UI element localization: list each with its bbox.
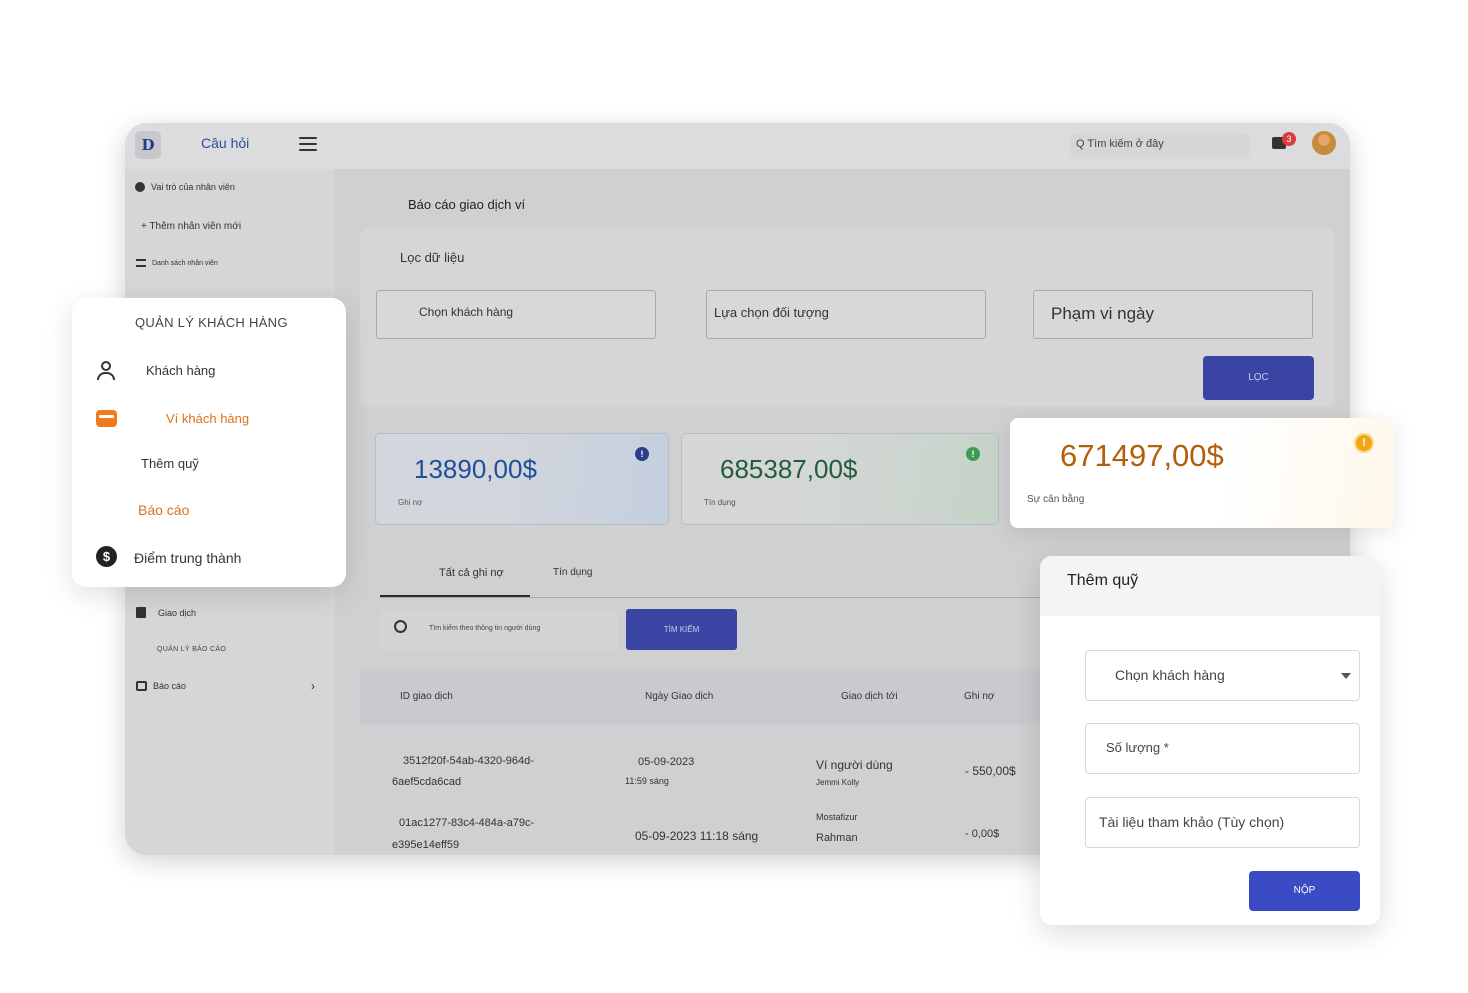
column-header-date: Ngày Giao dịch (645, 691, 714, 702)
column-header-to: Giao dịch tới (841, 691, 898, 702)
list-icon (136, 259, 146, 267)
info-icon[interactable]: ! (966, 447, 980, 461)
transaction-id: e395e14eff59 (392, 839, 460, 851)
quantity-field[interactable]: Số lượng * (1085, 723, 1360, 774)
credit-stat-card: 685387,00$ Tín dụng ! (681, 433, 999, 525)
modal-header: Thêm quỹ (1040, 556, 1380, 616)
calendar-icon (136, 681, 147, 691)
menu-item-reports[interactable]: Báo cáo (138, 502, 189, 518)
menu-item-loyalty-points[interactable]: Điểm trung thành (134, 550, 241, 566)
filter-button[interactable]: LỌC (1203, 356, 1314, 400)
notification-badge: 3 (1282, 132, 1296, 146)
sidebar-item-label: Giao dịch (158, 607, 197, 618)
transaction-debit: - 0,00$ (965, 828, 1000, 840)
active-tab-indicator (380, 595, 530, 597)
sidebar-group-report-management: QUẢN LÝ BÁO CÁO (157, 646, 227, 653)
debit-label: Ghi nợ (398, 498, 423, 507)
add-fund-modal: Thêm quỹ Chọn khách hàng Số lượng * Tài … (1040, 556, 1380, 925)
avatar[interactable] (1312, 131, 1336, 155)
balance-value: 671497,00$ (1060, 438, 1224, 473)
credit-label: Tín dụng (704, 498, 736, 507)
tab-credit[interactable]: Tín dụng (553, 567, 592, 578)
filter-card: Lọc dữ liệu Chọn khách hàng Lựa chọn đối… (360, 229, 1335, 407)
dollar-icon: $ (96, 546, 117, 567)
column-header-debit: Ghi nợ (964, 691, 995, 702)
sidebar-item-reports[interactable]: Báo cáo (136, 681, 186, 691)
sidebar-item-staff-list[interactable]: Danh sách nhân viên (136, 259, 218, 267)
debit-value: 13890,00$ (414, 454, 537, 484)
credit-value: 685387,00$ (720, 454, 858, 484)
transaction-target: Mostafizur (816, 812, 858, 822)
sidebar-item-staff-roles[interactable]: Vai trò của nhân viên (135, 182, 235, 192)
transaction-date: 05-09-2023 11:18 sáng (635, 829, 759, 843)
gear-icon (135, 182, 145, 192)
transaction-time: 11:59 sáng (625, 776, 669, 786)
transaction-date: 05-09-2023 (638, 756, 695, 768)
search-button[interactable]: TÌM KIẾM (626, 609, 737, 650)
app-logo[interactable]: D (135, 131, 161, 159)
sidebar-item-label: Danh sách nhân viên (152, 259, 218, 267)
modal-title: Thêm quỹ (1067, 572, 1139, 589)
sidebar-item-label: Vai trò của nhân viên (151, 182, 235, 192)
date-range-select[interactable]: Phạm vi ngày (1033, 290, 1313, 339)
reference-field[interactable]: Tài liệu tham khảo (Tùy chọn) (1085, 797, 1360, 848)
transaction-id: 01ac1277-83c4-484a-a79c- (399, 817, 535, 829)
table-search-input[interactable]: Tìm kiếm theo thông tin người dùng (380, 611, 618, 651)
wallet-icon (96, 410, 117, 427)
sidebar-item-label: + Thêm nhân viên mới (141, 221, 242, 232)
column-header-id: ID giao dịch (400, 691, 453, 702)
sidebar-item-add-staff[interactable]: + Thêm nhân viên mới (141, 221, 241, 232)
transaction-id: 6aef5cda6cad (392, 776, 462, 788)
top-bar: D Câu hỏi Q Tìm kiếm ở đây 3 (125, 123, 1350, 169)
chevron-right-icon[interactable]: › (311, 679, 315, 693)
transaction-id: 3512f20f-54ab-4320-964d- (403, 755, 534, 767)
transaction-target-name: Jemmi Kolly (816, 778, 860, 787)
page-title: Báo cáo giao dịch ví (408, 197, 526, 212)
balance-label: Sự cân bằng (1027, 494, 1085, 505)
menu-item-customer-wallet[interactable]: Ví khách hàng (166, 411, 249, 426)
debit-stat-card: 13890,00$ Ghi nợ ! (375, 433, 669, 525)
document-icon (136, 607, 146, 618)
object-select[interactable]: Lựa chọn đối tượng (706, 290, 986, 339)
search-icon (394, 620, 407, 633)
submit-button[interactable]: NỘP (1249, 871, 1360, 911)
hamburger-menu-icon[interactable] (299, 137, 317, 151)
filter-title: Lọc dữ liệu (400, 250, 465, 265)
sidebar-item-label: Báo cáo (153, 681, 187, 691)
menu-item-add-fund[interactable]: Thêm quỹ (141, 456, 199, 471)
customer-select[interactable]: Chọn khách hàng (376, 290, 656, 339)
menu-heading: QUẢN LÝ KHÁCH HÀNG (135, 315, 288, 330)
info-icon[interactable]: ! (635, 447, 649, 461)
app-title: Câu hỏi (201, 135, 250, 151)
info-icon[interactable]: ! (1354, 433, 1374, 453)
person-icon (96, 361, 116, 381)
transaction-target-name: Rahman (816, 832, 858, 844)
global-search-input[interactable]: Q Tìm kiếm ở đây (1070, 133, 1250, 157)
balance-card: 671497,00$ Sự cân bằng ! (1010, 418, 1394, 528)
transaction-debit: - 550,00$ (965, 764, 1016, 778)
stage: D Câu hỏi Q Tìm kiếm ở đây 3 Vai trò của… (0, 0, 1468, 993)
tab-divider (380, 597, 1040, 598)
sidebar-item-transactions[interactable]: Giao dịch (136, 607, 196, 618)
chevron-down-icon (1341, 673, 1351, 679)
customer-management-menu: QUẢN LÝ KHÁCH HÀNG Khách hàng Ví khách h… (72, 298, 346, 587)
menu-item-customers[interactable]: Khách hàng (146, 363, 215, 378)
customer-select[interactable]: Chọn khách hàng (1085, 650, 1360, 701)
tab-all-debits[interactable]: Tất cả ghi nợ (439, 567, 504, 579)
transaction-target: Ví người dùng (816, 758, 893, 772)
